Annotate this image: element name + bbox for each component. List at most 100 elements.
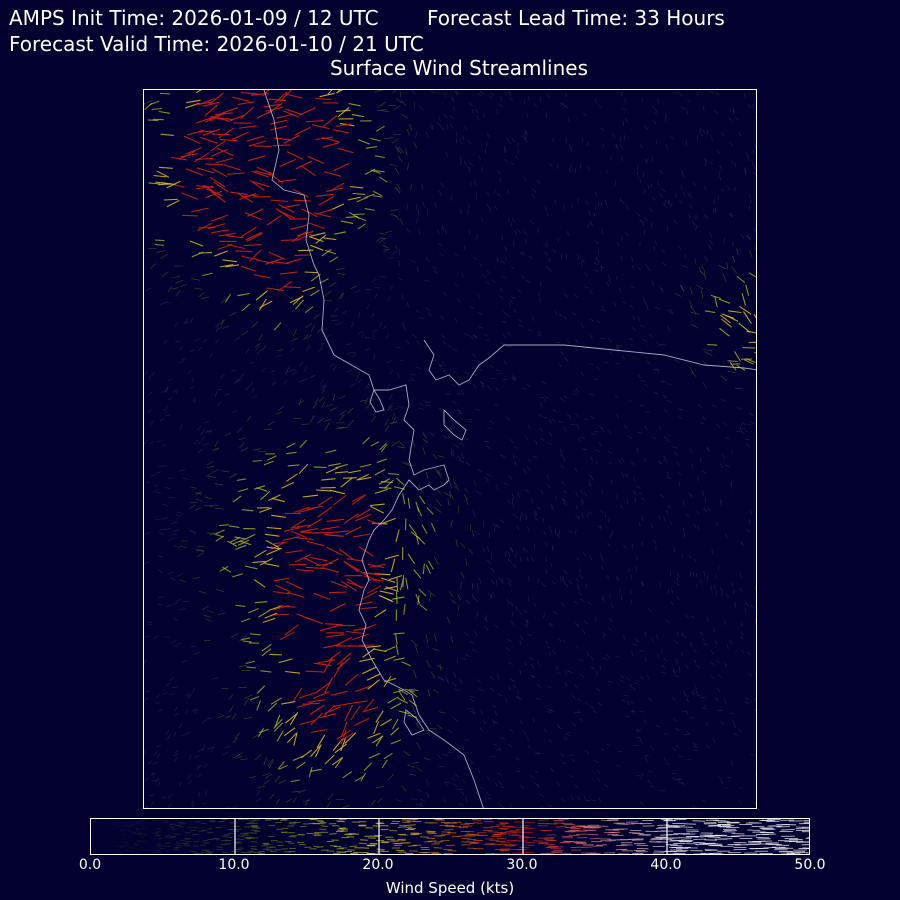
streamline <box>450 519 453 528</box>
streamline <box>292 370 298 375</box>
streamline <box>578 659 584 661</box>
streamline <box>277 406 284 411</box>
streamline <box>330 580 348 589</box>
streamline <box>563 579 565 585</box>
streamline <box>179 284 188 288</box>
streamline <box>575 504 578 510</box>
streamline <box>272 144 291 147</box>
streamline <box>384 425 390 433</box>
streamline <box>494 188 497 194</box>
streamline <box>197 791 201 797</box>
streamline <box>567 231 569 236</box>
streamline <box>748 205 751 211</box>
streamline <box>300 528 319 533</box>
streamline <box>486 270 491 275</box>
streamline <box>674 359 680 364</box>
streamline <box>153 751 158 756</box>
streamline <box>514 461 518 466</box>
streamline <box>680 553 684 559</box>
streamline <box>708 160 713 165</box>
streamline <box>509 91 511 96</box>
streamline <box>656 634 659 640</box>
streamline <box>254 549 267 558</box>
streamline <box>584 492 588 497</box>
streamline <box>594 460 598 465</box>
streamline <box>464 372 470 375</box>
streamline <box>539 427 544 432</box>
streamline <box>325 449 337 454</box>
streamline <box>444 92 446 98</box>
streamline <box>249 633 261 636</box>
colorbar-streak <box>306 832 314 835</box>
streamline <box>729 361 737 371</box>
streamline <box>640 580 643 586</box>
streamline <box>621 699 626 702</box>
streamline <box>267 702 278 712</box>
streamline <box>168 571 175 575</box>
streamline <box>165 737 170 741</box>
streamline <box>481 547 486 553</box>
streamline <box>169 677 174 681</box>
streamline <box>399 218 403 225</box>
streamline <box>604 784 609 788</box>
streamline <box>329 407 337 411</box>
streamline <box>553 611 558 615</box>
streamline <box>647 779 651 784</box>
streamline <box>406 302 409 308</box>
streamline <box>246 232 263 242</box>
streamline <box>590 666 595 670</box>
streamline <box>604 200 607 205</box>
streamline <box>482 720 487 725</box>
streamline <box>689 300 693 309</box>
streamline <box>567 670 573 673</box>
streamline <box>352 633 369 641</box>
streamline <box>610 479 613 485</box>
streamline <box>639 650 645 653</box>
streamline <box>564 682 568 687</box>
streamline <box>617 346 621 351</box>
streamline <box>642 172 645 178</box>
streamline <box>306 617 324 625</box>
streamline <box>215 322 221 328</box>
streamline <box>563 315 567 320</box>
streamline <box>161 517 168 520</box>
streamline <box>388 575 403 581</box>
streamline <box>575 388 579 393</box>
streamline <box>463 245 466 251</box>
streamline <box>385 333 390 339</box>
streamline <box>734 387 742 389</box>
streamline <box>710 294 722 300</box>
streamline <box>344 732 357 744</box>
streamline <box>460 791 465 796</box>
streamline <box>690 323 699 329</box>
streamline <box>273 322 282 331</box>
streamline <box>672 718 677 722</box>
streamline <box>335 636 353 646</box>
streamline <box>640 380 646 382</box>
streamline <box>208 475 216 478</box>
streamline <box>514 229 517 235</box>
streamline <box>705 744 710 749</box>
streamline <box>713 110 718 114</box>
streamline <box>302 494 319 498</box>
streamline <box>600 557 604 562</box>
streamline <box>459 138 462 144</box>
streamline <box>422 438 429 444</box>
streamline <box>561 761 567 764</box>
streamline <box>745 602 749 607</box>
streamline <box>724 464 730 468</box>
streamline <box>667 476 672 480</box>
streamline <box>540 490 544 495</box>
streamline <box>450 124 454 130</box>
streamline <box>693 558 697 563</box>
streamline <box>500 342 505 345</box>
streamline <box>145 287 152 291</box>
streamline <box>300 423 310 425</box>
streamline <box>591 476 594 481</box>
streamline <box>302 286 315 293</box>
streamline <box>251 321 259 329</box>
streamline <box>736 275 746 284</box>
streamline <box>705 721 708 727</box>
streamline <box>182 477 189 480</box>
streamline <box>747 424 753 426</box>
